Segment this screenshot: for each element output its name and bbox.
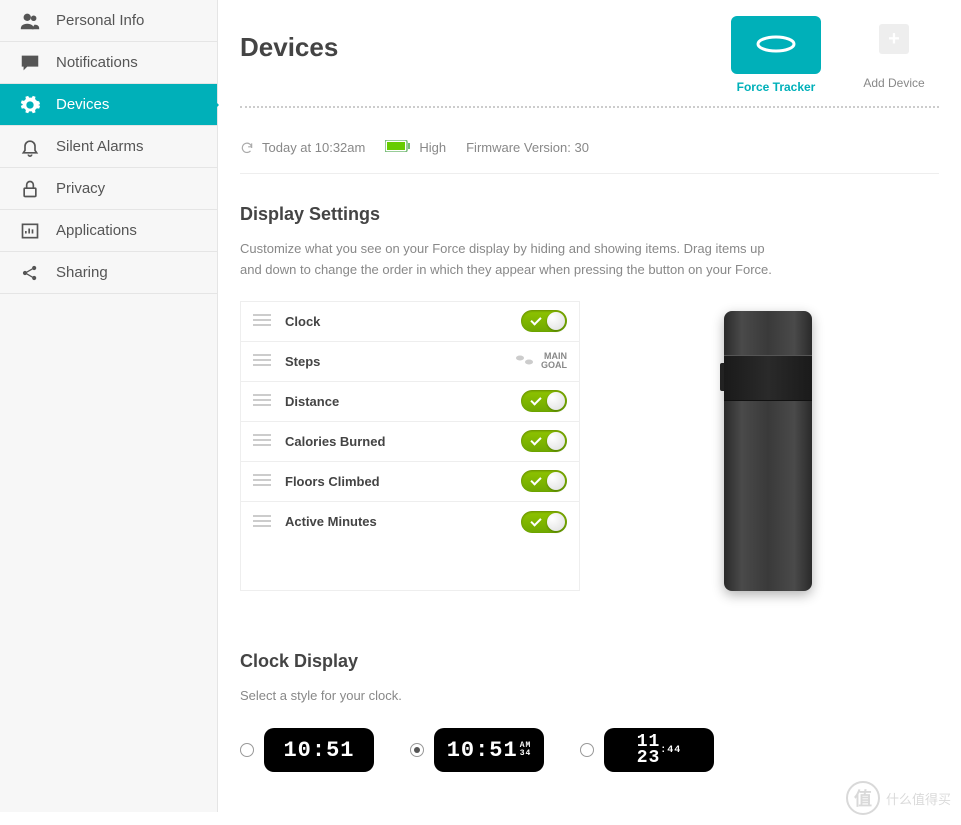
display-item-label: Floors Climbed: [285, 474, 521, 489]
sync-time: Today at 10:32am: [262, 140, 365, 155]
watermark: 值 什么值得买: [846, 781, 951, 815]
sidebar-item-label: Notifications: [56, 54, 138, 71]
sidebar-item-sharing[interactable]: Sharing: [0, 252, 217, 294]
display-settings-section: Display Settings Customize what you see …: [240, 174, 939, 591]
sidebar-item-label: Applications: [56, 222, 137, 239]
radio-button[interactable]: [580, 743, 594, 757]
display-item-label: Active Minutes: [285, 514, 521, 529]
add-device-button[interactable]: + Add Device: [849, 16, 939, 90]
toggle-switch[interactable]: ✓: [521, 310, 567, 332]
display-item-label: Distance: [285, 394, 521, 409]
display-item-distance[interactable]: Distance ✓: [241, 382, 579, 422]
device-tab-force-tracker[interactable]: Force Tracker: [731, 16, 821, 94]
display-item-calories[interactable]: Calories Burned ✓: [241, 422, 579, 462]
people-icon: [18, 9, 42, 33]
sidebar-item-notifications[interactable]: Notifications: [0, 42, 217, 84]
display-item-steps[interactable]: Steps MAINGOAL: [241, 342, 579, 382]
device-tab-label: Force Tracker: [731, 80, 821, 94]
sidebar-item-applications[interactable]: Applications: [0, 210, 217, 252]
clock-face-preview: 1123:44: [604, 728, 714, 772]
drag-handle-icon[interactable]: [253, 514, 271, 530]
display-item-label: Steps: [285, 354, 515, 369]
battery-icon: [385, 140, 411, 155]
main-goal-badge: MAINGOAL: [515, 352, 567, 370]
sidebar: Personal Info Notifications Devices Sile…: [0, 0, 218, 812]
sidebar-item-label: Sharing: [56, 264, 108, 281]
display-item-label: Clock: [285, 314, 521, 329]
drag-handle-icon[interactable]: [253, 353, 271, 369]
radio-button[interactable]: [240, 743, 254, 757]
chart-icon: [18, 219, 42, 243]
refresh-icon: [240, 141, 254, 155]
main-content: Devices Force Tracker + Add Device: [218, 0, 961, 812]
sidebar-item-label: Privacy: [56, 180, 105, 197]
clock-option-3[interactable]: 1123:44: [580, 728, 714, 772]
clock-face-preview: 10:51: [264, 728, 374, 772]
section-description: Customize what you see on your Force dis…: [240, 239, 780, 281]
gear-icon: [18, 93, 42, 117]
drag-handle-icon[interactable]: [253, 473, 271, 489]
sidebar-item-label: Silent Alarms: [56, 138, 144, 155]
clock-option-2[interactable]: 10:51AM34: [410, 728, 544, 772]
status-bar: Today at 10:32am High Firmware Version: …: [240, 108, 939, 174]
section-description: Select a style for your clock.: [240, 686, 780, 707]
tracker-band-icon: [754, 33, 798, 58]
speech-icon: [18, 51, 42, 75]
battery-level: High: [419, 140, 446, 155]
display-item-label: Calories Burned: [285, 434, 521, 449]
display-item-floors[interactable]: Floors Climbed ✓: [241, 462, 579, 502]
radio-button[interactable]: [410, 743, 424, 757]
plus-icon: +: [879, 24, 909, 54]
sidebar-item-silent-alarms[interactable]: Silent Alarms: [0, 126, 217, 168]
sidebar-item-devices[interactable]: Devices: [0, 84, 217, 126]
display-item-active-minutes[interactable]: Active Minutes ✓: [241, 502, 579, 542]
drag-handle-icon[interactable]: [253, 313, 271, 329]
clock-option-1[interactable]: 10:51: [240, 728, 374, 772]
toggle-switch[interactable]: ✓: [521, 511, 567, 533]
toggle-switch[interactable]: ✓: [521, 390, 567, 412]
sidebar-item-privacy[interactable]: Privacy: [0, 168, 217, 210]
display-items-list: Clock ✓ Steps MAINGOAL: [240, 301, 580, 591]
tracker-image: [724, 311, 812, 591]
drag-handle-icon[interactable]: [253, 393, 271, 409]
section-title: Display Settings: [240, 204, 939, 225]
clock-face-preview: 10:51AM34: [434, 728, 544, 772]
device-preview: [596, 301, 939, 591]
drag-handle-icon[interactable]: [253, 433, 271, 449]
lock-icon: [18, 177, 42, 201]
display-item-clock[interactable]: Clock ✓: [241, 302, 579, 342]
bell-icon: [18, 135, 42, 159]
sidebar-item-personal-info[interactable]: Personal Info: [0, 0, 217, 42]
device-tab-label: Add Device: [849, 76, 939, 90]
clock-display-section: Clock Display Select a style for your cl…: [240, 591, 939, 773]
share-icon: [18, 261, 42, 285]
toggle-switch[interactable]: ✓: [521, 470, 567, 492]
footprints-icon: [515, 353, 535, 370]
toggle-switch[interactable]: ✓: [521, 430, 567, 452]
sidebar-item-label: Devices: [56, 96, 109, 113]
section-title: Clock Display: [240, 651, 939, 672]
firmware-version: Firmware Version: 30: [466, 140, 589, 155]
sidebar-item-label: Personal Info: [56, 12, 144, 29]
page-title: Devices: [240, 16, 731, 63]
